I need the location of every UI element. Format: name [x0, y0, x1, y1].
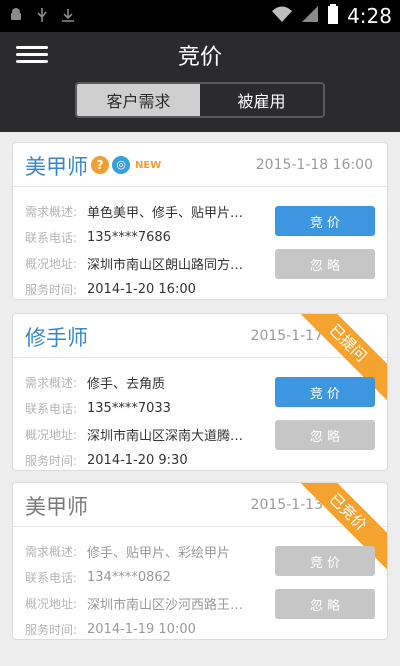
- ignore-button[interactable]: 忽 略: [275, 589, 375, 619]
- app-header: 竞价 客户需求 被雇用: [0, 32, 400, 132]
- demand-row: 需求概述: 修手、贴甲片、彩绘甲片: [25, 544, 231, 561]
- card-date: 2015-1-18 16:00: [255, 157, 373, 173]
- bid-button[interactable]: 竞 价: [275, 206, 375, 236]
- demand-card[interactable]: 修手师 2015-1-17 已提问 需求概述: 修手、去角质 联系电话: 135**…: [12, 313, 388, 471]
- verified-icon: ◎: [112, 156, 130, 174]
- phone-row: 联系电话: 135****7033: [25, 400, 171, 416]
- signal-icon: [301, 5, 319, 27]
- tab-hired[interactable]: 被雇用: [200, 84, 323, 116]
- status-bar: 4:28: [0, 0, 400, 32]
- ignore-button[interactable]: 忽 略: [275, 249, 375, 279]
- card-date: 2015-1-13: [250, 497, 323, 513]
- page-title: 竞价: [177, 45, 222, 70]
- tab-bar: 客户需求 被雇用: [75, 82, 325, 118]
- phone-row: 联系电话: 135****7686: [25, 229, 171, 245]
- address-row: 概况地址: 深圳市南山区朗山路同方…: [25, 256, 244, 273]
- card-header: 美甲师 ? ◎ NEW 2015-1-18 16:00: [13, 143, 387, 187]
- bid-button[interactable]: 竞 价: [275, 377, 375, 407]
- time-row: 服务时间: 2014-1-20 9:30: [25, 452, 188, 468]
- battery-icon: [327, 4, 339, 28]
- address-row: 概况地址: 深圳市南山区深南大道腾…: [25, 427, 244, 444]
- new-badge: NEW: [135, 159, 162, 171]
- status-time: 4:28: [347, 4, 392, 28]
- card-date: 2015-1-17: [250, 328, 323, 344]
- usb-icon: [34, 7, 50, 23]
- demand-row: 需求概述: 修手、去角质: [25, 375, 166, 392]
- ignore-button[interactable]: 忽 略: [275, 420, 375, 450]
- time-row: 服务时间: 2014-1-19 10:00: [25, 621, 196, 637]
- demand-card[interactable]: 美甲师 ? ◎ NEW 2015-1-18 16:00 需求概述: 单色美甲、修手…: [12, 142, 388, 300]
- download-icon: [60, 7, 76, 23]
- card-title: 美甲师: [25, 495, 88, 519]
- wifi-icon: [271, 5, 293, 27]
- card-title: 美甲师: [25, 155, 88, 179]
- card-title: 修手师: [25, 326, 88, 350]
- demand-card[interactable]: 美甲师 2015-1-13 已竞价 需求概述: 修手、贴甲片、彩绘甲片 联系电话:…: [12, 482, 388, 640]
- demand-row: 需求概述: 单色美甲、修手、贴甲片…: [25, 204, 244, 221]
- address-row: 概况地址: 深圳市南山区沙河西路王…: [25, 596, 244, 613]
- android-icon: [8, 7, 24, 23]
- tab-customer-demand[interactable]: 客户需求: [77, 84, 200, 116]
- bid-button[interactable]: 竞 价: [275, 546, 375, 576]
- question-icon: ?: [91, 156, 109, 174]
- phone-row: 联系电话: 134****0862: [25, 569, 171, 585]
- card-badges: ? ◎ NEW: [91, 156, 161, 174]
- time-row: 服务时间: 2014-1-20 16:00: [25, 281, 196, 297]
